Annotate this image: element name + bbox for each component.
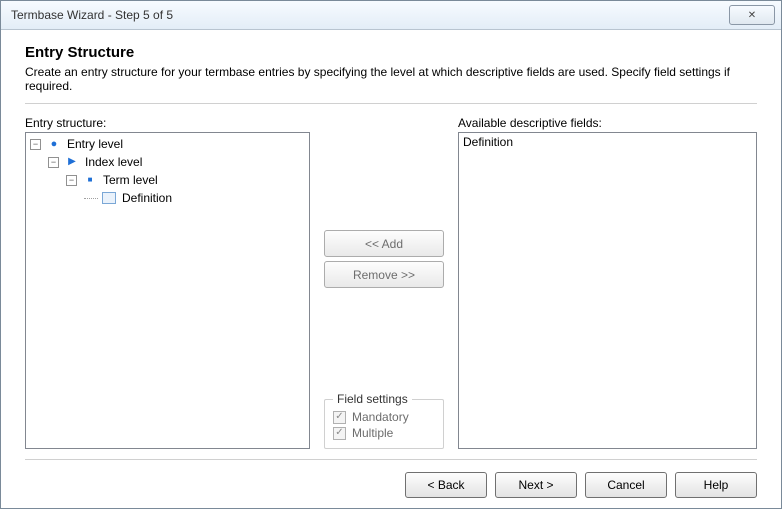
divider-bottom xyxy=(25,459,757,460)
entry-level-icon: ● xyxy=(47,137,61,151)
wizard-footer: < Back Next > Cancel Help xyxy=(25,468,757,498)
next-button[interactable]: Next > xyxy=(495,472,577,498)
collapse-toggle-icon[interactable]: − xyxy=(48,157,59,168)
entry-structure-column: Entry structure: − ● Entry level − ▶ Ind… xyxy=(25,116,310,449)
field-settings-legend: Field settings xyxy=(333,392,412,406)
add-button-label: << Add xyxy=(365,237,403,251)
collapse-toggle-icon[interactable]: − xyxy=(30,139,41,150)
field-settings-group: Field settings ✓ Mandatory ✓ Multiple xyxy=(324,399,444,449)
close-icon: ✕ xyxy=(748,10,756,21)
help-button[interactable]: Help xyxy=(675,472,757,498)
mandatory-checkbox: ✓ xyxy=(333,411,346,424)
cancel-button[interactable]: Cancel xyxy=(585,472,667,498)
mandatory-label: Mandatory xyxy=(352,410,409,424)
divider-top xyxy=(25,103,757,104)
available-fields-label: Available descriptive fields: xyxy=(458,116,757,130)
remove-button-label: Remove >> xyxy=(353,268,415,282)
tree-node-label: Entry level xyxy=(67,135,123,153)
term-level-icon: ■ xyxy=(83,173,97,187)
collapse-toggle-icon[interactable]: − xyxy=(66,175,77,186)
entry-structure-tree[interactable]: − ● Entry level − ▶ Index level − ■ xyxy=(25,132,310,449)
entry-structure-label: Entry structure: xyxy=(25,116,310,130)
tree-node-index-level[interactable]: − ▶ Index level xyxy=(30,153,305,171)
middle-controls-column: << Add Remove >> Field settings ✓ Mandat… xyxy=(324,116,444,449)
window-title: Termbase Wizard - Step 5 of 5 xyxy=(11,8,729,22)
index-level-icon: ▶ xyxy=(65,155,79,169)
tree-node-definition[interactable]: Definition xyxy=(30,189,305,207)
tree-node-label: Definition xyxy=(122,189,172,207)
multiple-label: Multiple xyxy=(352,426,393,440)
wizard-body: Entry Structure Create an entry structur… xyxy=(1,30,781,508)
tree-node-label: Term level xyxy=(103,171,158,189)
back-button[interactable]: < Back xyxy=(405,472,487,498)
list-item[interactable]: Definition xyxy=(463,135,752,149)
close-button[interactable]: ✕ xyxy=(729,5,775,25)
tree-node-term-level[interactable]: − ■ Term level xyxy=(30,171,305,189)
wizard-window: Termbase Wizard - Step 5 of 5 ✕ Entry St… xyxy=(0,0,782,509)
multiple-checkbox: ✓ xyxy=(333,427,346,440)
tree-connector-icon xyxy=(84,198,98,199)
titlebar: Termbase Wizard - Step 5 of 5 ✕ xyxy=(1,1,781,30)
add-button[interactable]: << Add xyxy=(324,230,444,257)
available-fields-column: Available descriptive fields: Definition xyxy=(458,116,757,449)
available-fields-list[interactable]: Definition xyxy=(458,132,757,449)
tree-node-entry-level[interactable]: − ● Entry level xyxy=(30,135,305,153)
columns: Entry structure: − ● Entry level − ▶ Ind… xyxy=(25,116,757,449)
definition-field-icon xyxy=(102,191,116,205)
mandatory-checkbox-row: ✓ Mandatory xyxy=(333,410,435,424)
tree-node-label: Index level xyxy=(85,153,142,171)
remove-button[interactable]: Remove >> xyxy=(324,261,444,288)
page-heading: Entry Structure xyxy=(25,44,757,61)
page-subtext: Create an entry structure for your termb… xyxy=(25,65,757,93)
multiple-checkbox-row: ✓ Multiple xyxy=(333,426,435,440)
